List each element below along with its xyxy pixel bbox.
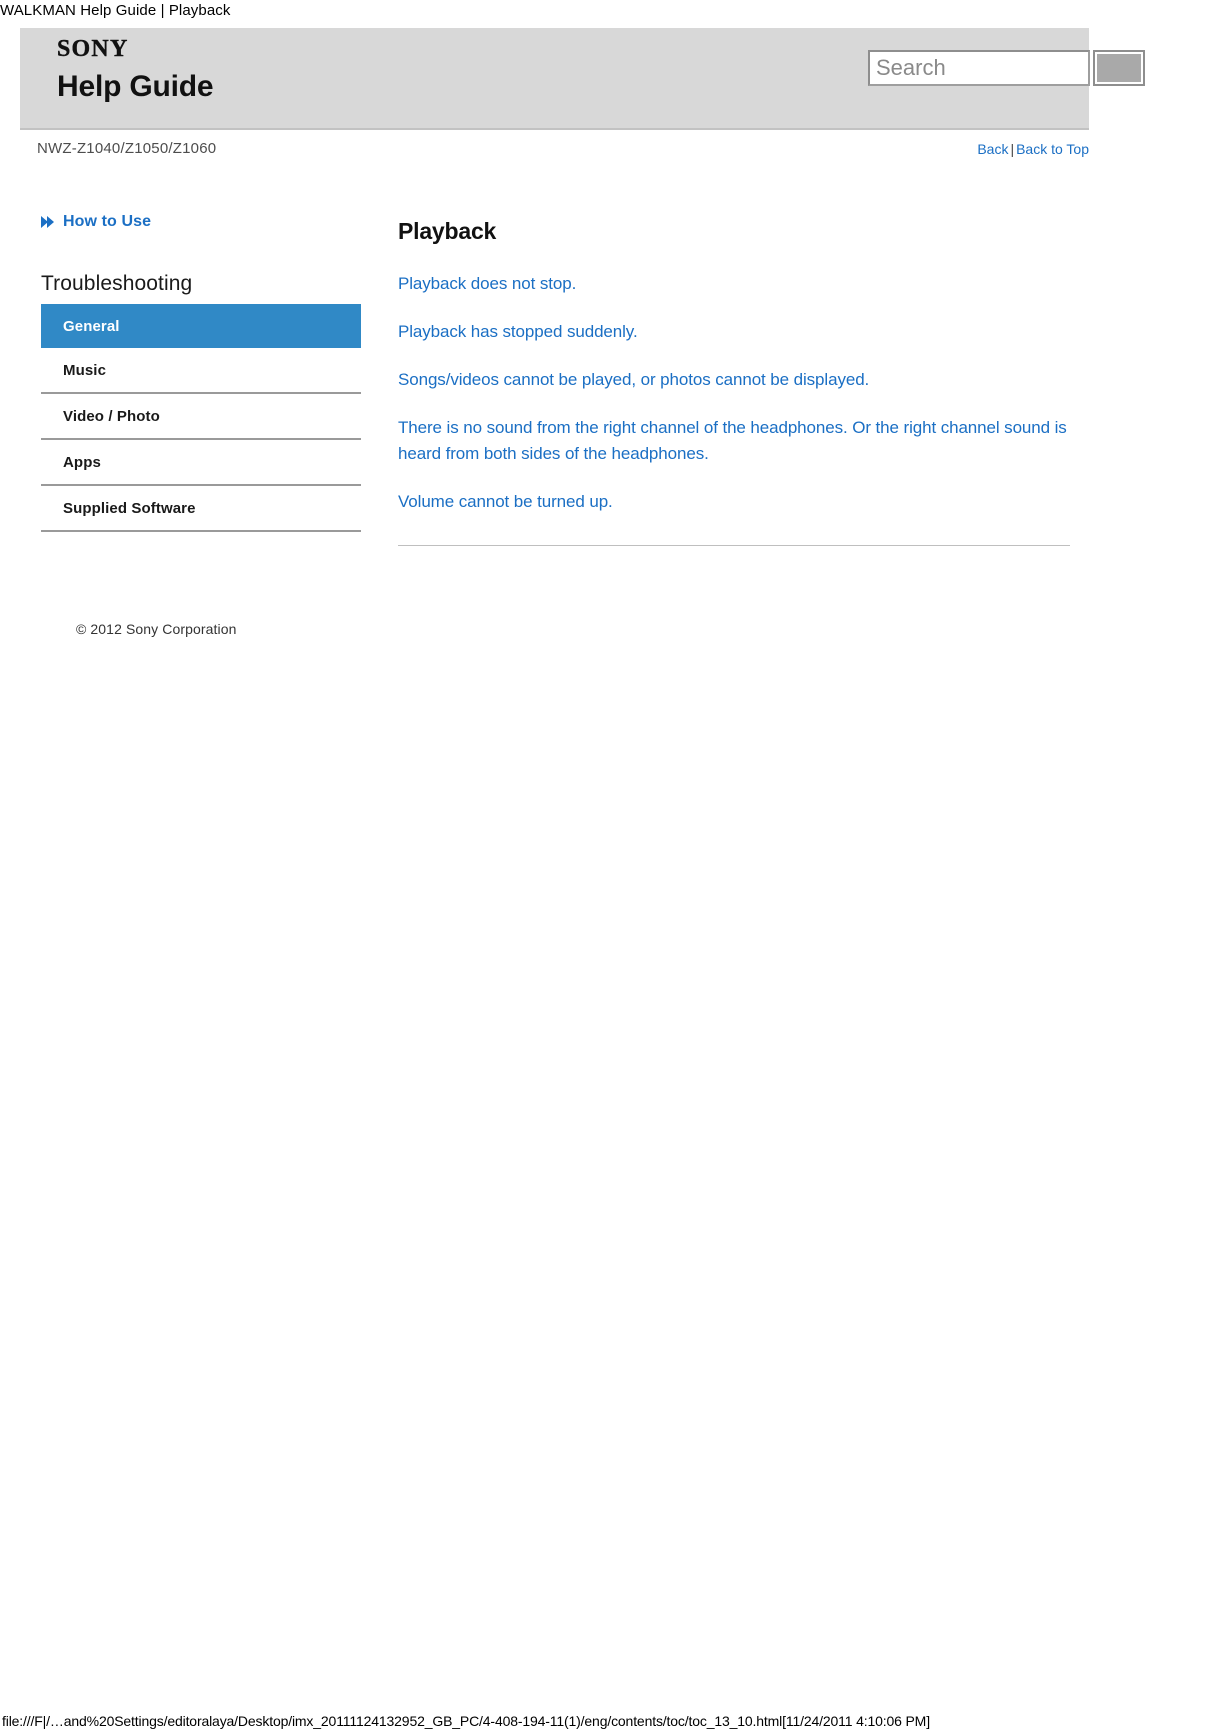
footer-url: file:///F|/…and%20Settings/editoralaya/D… xyxy=(2,1713,930,1729)
search-submit-button[interactable] xyxy=(1093,50,1145,86)
topic-link-item: There is no sound from the right channel… xyxy=(398,415,1070,467)
sidebar-item-general[interactable]: General xyxy=(41,304,361,348)
topic-link-volume-cannot-be-turned-up[interactable]: Volume cannot be turned up. xyxy=(398,492,613,511)
back-link[interactable]: Back xyxy=(977,141,1008,157)
sidebar-item-how-to-use-label: How to Use xyxy=(63,213,152,230)
sidebar-section-heading: Troubleshooting xyxy=(41,272,193,295)
sidebar-item-video-photo-label[interactable]: Video / Photo xyxy=(41,394,361,438)
sidebar-item-how-to-use[interactable]: How to Use xyxy=(41,210,361,234)
sidebar-item-music[interactable]: Music xyxy=(41,348,361,394)
chevron-right-icon xyxy=(41,215,56,229)
sidebar-item-video-photo[interactable]: Video / Photo xyxy=(41,394,361,440)
sidebar: How to Use Troubleshooting General Music… xyxy=(41,210,361,637)
sidebar-item-apps-label[interactable]: Apps xyxy=(41,440,361,484)
sony-logo: SONY xyxy=(57,36,129,62)
model-number: NWZ-Z1040/Z1050/Z1060 xyxy=(37,140,217,157)
topic-link-playback-does-not-stop[interactable]: Playback does not stop. xyxy=(398,274,576,293)
top-nav-links: Back | Back to Top xyxy=(977,141,1089,157)
copyright-text: © 2012 Sony Corporation xyxy=(76,621,237,637)
topic-link-item: Playback does not stop. xyxy=(398,271,1070,297)
topic-link-playback-stopped-suddenly[interactable]: Playback has stopped suddenly. xyxy=(398,322,638,341)
topic-link-item: Playback has stopped suddenly. xyxy=(398,319,1070,345)
content-divider xyxy=(398,545,1070,546)
main-heading: Playback xyxy=(398,218,497,244)
sidebar-item-apps[interactable]: Apps xyxy=(41,440,361,486)
main-column: Playback Playback does not stop. Playbac… xyxy=(398,210,1070,554)
sidebar-nav-list: General Music Video / Photo Apps Supplie… xyxy=(41,304,361,532)
topic-link-item: Volume cannot be turned up. xyxy=(398,489,1070,515)
topic-link-songs-videos-cannot-be-played[interactable]: Songs/videos cannot be played, or photos… xyxy=(398,370,869,389)
back-to-top-link[interactable]: Back to Top xyxy=(1016,141,1089,157)
topic-link-item: Songs/videos cannot be played, or photos… xyxy=(398,367,1070,393)
page-print-title: WALKMAN Help Guide | Playback xyxy=(0,2,231,19)
site-banner: SONY Help Guide xyxy=(20,28,1145,130)
sidebar-item-supplied-software[interactable]: Supplied Software xyxy=(41,486,361,532)
sidebar-item-music-label[interactable]: Music xyxy=(41,348,361,392)
topic-link-list: Playback does not stop. Playback has sto… xyxy=(398,271,1070,515)
search-input[interactable] xyxy=(868,50,1090,86)
link-separator: | xyxy=(1010,141,1015,157)
page-title: Help Guide xyxy=(57,70,214,103)
sidebar-item-general-label[interactable]: General xyxy=(41,304,361,348)
model-nav-row: NWZ-Z1040/Z1050/Z1060 Back | Back to Top xyxy=(0,140,1209,166)
sidebar-item-supplied-software-label[interactable]: Supplied Software xyxy=(41,486,361,530)
topic-link-no-sound-right-channel[interactable]: There is no sound from the right channel… xyxy=(398,418,1067,463)
search-area xyxy=(868,50,1145,86)
